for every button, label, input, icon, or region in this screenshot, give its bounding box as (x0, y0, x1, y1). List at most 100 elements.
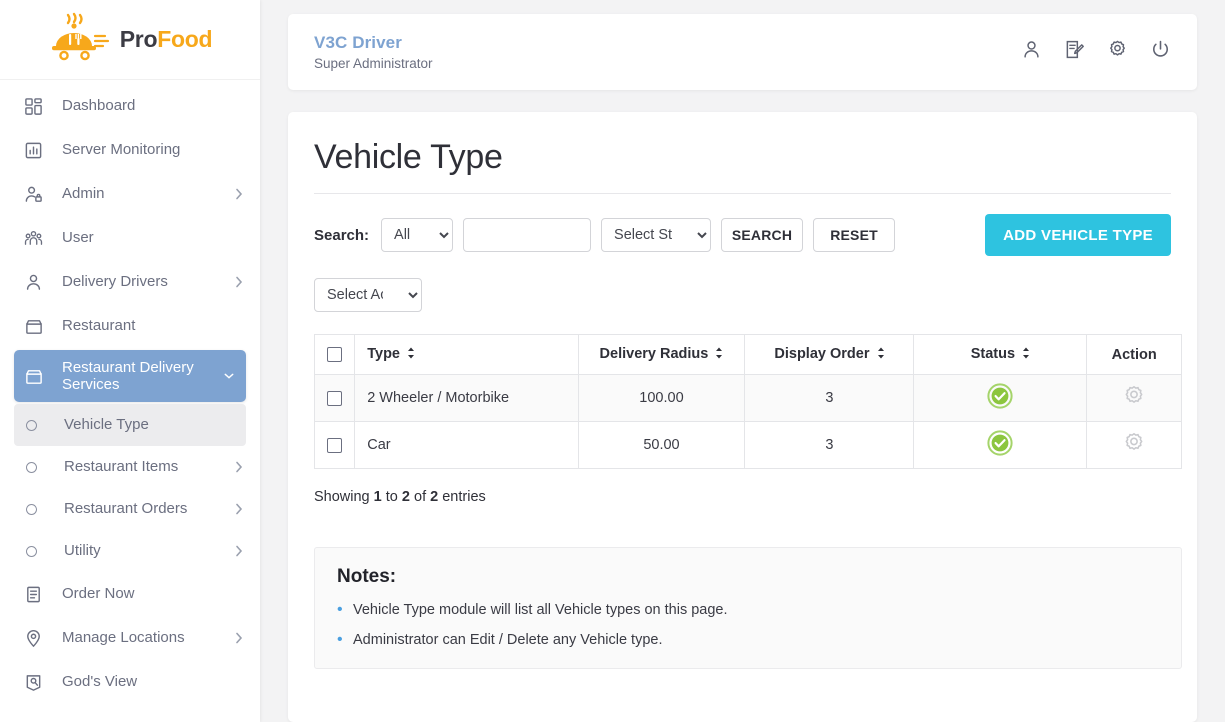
showing-total: 2 (430, 489, 438, 505)
main-area: V3C Driver Super Administrator (260, 0, 1225, 722)
showing-mid: to (386, 489, 398, 505)
sidebar-item-label: Restaurant Items (64, 458, 234, 475)
column-label-delivery-radius: Delivery Radius (600, 346, 709, 362)
green-check-badge-icon[interactable] (987, 444, 1013, 460)
sidebar-item-server-monitoring[interactable]: Server Monitoring (0, 128, 260, 172)
search-field-select[interactable]: All (381, 218, 453, 252)
topbar-icon-group (1021, 39, 1171, 65)
chart-bars-icon (24, 139, 50, 161)
column-header-display-order[interactable]: Display Order (745, 335, 914, 375)
profile-user-icon[interactable] (1021, 39, 1042, 65)
document-list-icon (24, 583, 50, 605)
sidebar-item-user[interactable]: User (0, 216, 260, 260)
sidebar-item-restaurant[interactable]: Restaurant (0, 304, 260, 348)
page-title: Vehicle Type (314, 138, 1171, 194)
topbar-identity: V3C Driver Super Administrator (314, 33, 433, 71)
showing-to: 2 (402, 489, 410, 505)
sidebar-item-label: Vehicle Type (64, 416, 230, 433)
gear-settings-icon[interactable] (1122, 443, 1146, 459)
map-pin-icon (24, 627, 50, 649)
sidebar-item-label: Dashboard (62, 97, 244, 114)
sidebar-item-vehicle-type[interactable]: Vehicle Type (14, 404, 246, 446)
sidebar-item-restaurant-orders[interactable]: Restaurant Orders (0, 488, 260, 530)
list-item: Vehicle Type module will list all Vehicl… (337, 602, 1159, 618)
column-label-type: Type (367, 346, 400, 362)
notes-heading: Notes: (337, 566, 1159, 588)
sidebar-item-label: Restaurant Delivery Services (62, 359, 224, 394)
sidebar-item-delivery-drivers[interactable]: Delivery Drivers (0, 260, 260, 304)
showing-from: 1 (374, 489, 382, 505)
select-all-checkbox[interactable] (327, 347, 342, 362)
showing-suffix: entries (442, 489, 486, 505)
dashboard-grid-icon (24, 95, 50, 117)
brand-logo[interactable]: ProFood (0, 0, 260, 80)
sidebar-item-label: Order Now (62, 585, 244, 602)
brand-name-food: Food (157, 26, 212, 52)
list-item: Administrator can Edit / Delete any Vehi… (337, 632, 1159, 648)
sidebar-item-label: Utility (64, 542, 234, 559)
column-header-action: Action (1087, 335, 1182, 375)
search-input[interactable] (463, 218, 591, 252)
column-header-delivery-radius[interactable]: Delivery Radius (578, 335, 745, 375)
sidebar-item-label: God's View (62, 673, 244, 690)
table-header-row: Type Delivery Radius Displ (315, 335, 1182, 375)
cell-status (914, 422, 1087, 469)
search-button[interactable]: SEARCH (721, 218, 803, 252)
settings-gear-icon[interactable] (1107, 39, 1128, 65)
notes-list: Vehicle Type module will list all Vehicl… (337, 602, 1159, 648)
table-head: Type Delivery Radius Displ (315, 335, 1182, 375)
sidebar-item-label: Delivery Drivers (62, 273, 234, 290)
cell-delivery-radius: 50.00 (578, 422, 745, 469)
search-toolbar: Search: All Select Status SEARCH RESET A… (314, 214, 1171, 256)
bulk-action-row: Select Action (314, 278, 1171, 312)
sort-arrows-icon (715, 347, 723, 363)
cell-type: Car (355, 422, 578, 469)
sidebar-item-utility[interactable]: Utility (0, 530, 260, 572)
sidebar-nav: Dashboard Server Monitoring (0, 80, 260, 722)
table-row: 2 Wheeler / Motorbike 100.00 3 (315, 375, 1182, 422)
notes-panel: Notes: Vehicle Type module will list all… (314, 547, 1182, 669)
sort-arrows-icon (1022, 347, 1030, 363)
user-lock-icon (24, 183, 50, 205)
sidebar-item-admin[interactable]: Admin (0, 172, 260, 216)
store-icon (24, 365, 50, 387)
add-vehicle-type-button[interactable]: ADD VEHICLE TYPE (985, 214, 1171, 256)
cell-action (1087, 375, 1182, 422)
power-logout-icon[interactable] (1150, 39, 1171, 65)
sort-arrows-icon (407, 347, 415, 363)
row-checkbox[interactable] (327, 391, 342, 406)
gear-settings-icon[interactable] (1122, 396, 1146, 412)
edit-document-icon[interactable] (1064, 39, 1085, 65)
reset-button[interactable]: RESET (813, 218, 895, 252)
column-header-type[interactable]: Type (355, 335, 578, 375)
food-dome-delivery-icon (48, 12, 110, 67)
column-header-status[interactable]: Status (914, 335, 1087, 375)
sort-arrows-icon (877, 347, 885, 363)
brand-wordmark: ProFood (120, 26, 212, 53)
bulk-action-select[interactable]: Select Action (314, 278, 422, 312)
vehicle-type-table: Type Delivery Radius Displ (314, 334, 1182, 469)
sidebar-item-gods-view[interactable]: God's View (0, 660, 260, 704)
status-select[interactable]: Select Status (601, 218, 711, 252)
sidebar-item-dashboard[interactable]: Dashboard (0, 84, 260, 128)
cell-status (914, 375, 1087, 422)
cell-delivery-radius: 100.00 (578, 375, 745, 422)
sidebar-item-restaurant-items[interactable]: Restaurant Items (0, 446, 260, 488)
chevron-right-icon (234, 277, 244, 287)
users-group-icon (24, 227, 50, 249)
sidebar-item-label: User (62, 229, 244, 246)
green-check-badge-icon[interactable] (987, 397, 1013, 413)
topbar-title: V3C Driver (314, 33, 433, 53)
cell-display-order: 3 (745, 422, 914, 469)
row-checkbox[interactable] (327, 438, 342, 453)
sidebar-item-restaurant-delivery-services[interactable]: Restaurant Delivery Services (14, 350, 246, 402)
sidebar-item-order-now[interactable]: Order Now (0, 572, 260, 616)
chevron-right-icon (234, 633, 244, 643)
showing-prefix: Showing (314, 489, 370, 505)
topbar: V3C Driver Super Administrator (288, 14, 1197, 90)
circle-bullet-icon (26, 456, 52, 478)
chevron-right-icon (234, 504, 244, 514)
sidebar: ProFood Dashboard (0, 0, 260, 722)
row-select-cell (315, 422, 355, 469)
sidebar-item-manage-locations[interactable]: Manage Locations (0, 616, 260, 660)
